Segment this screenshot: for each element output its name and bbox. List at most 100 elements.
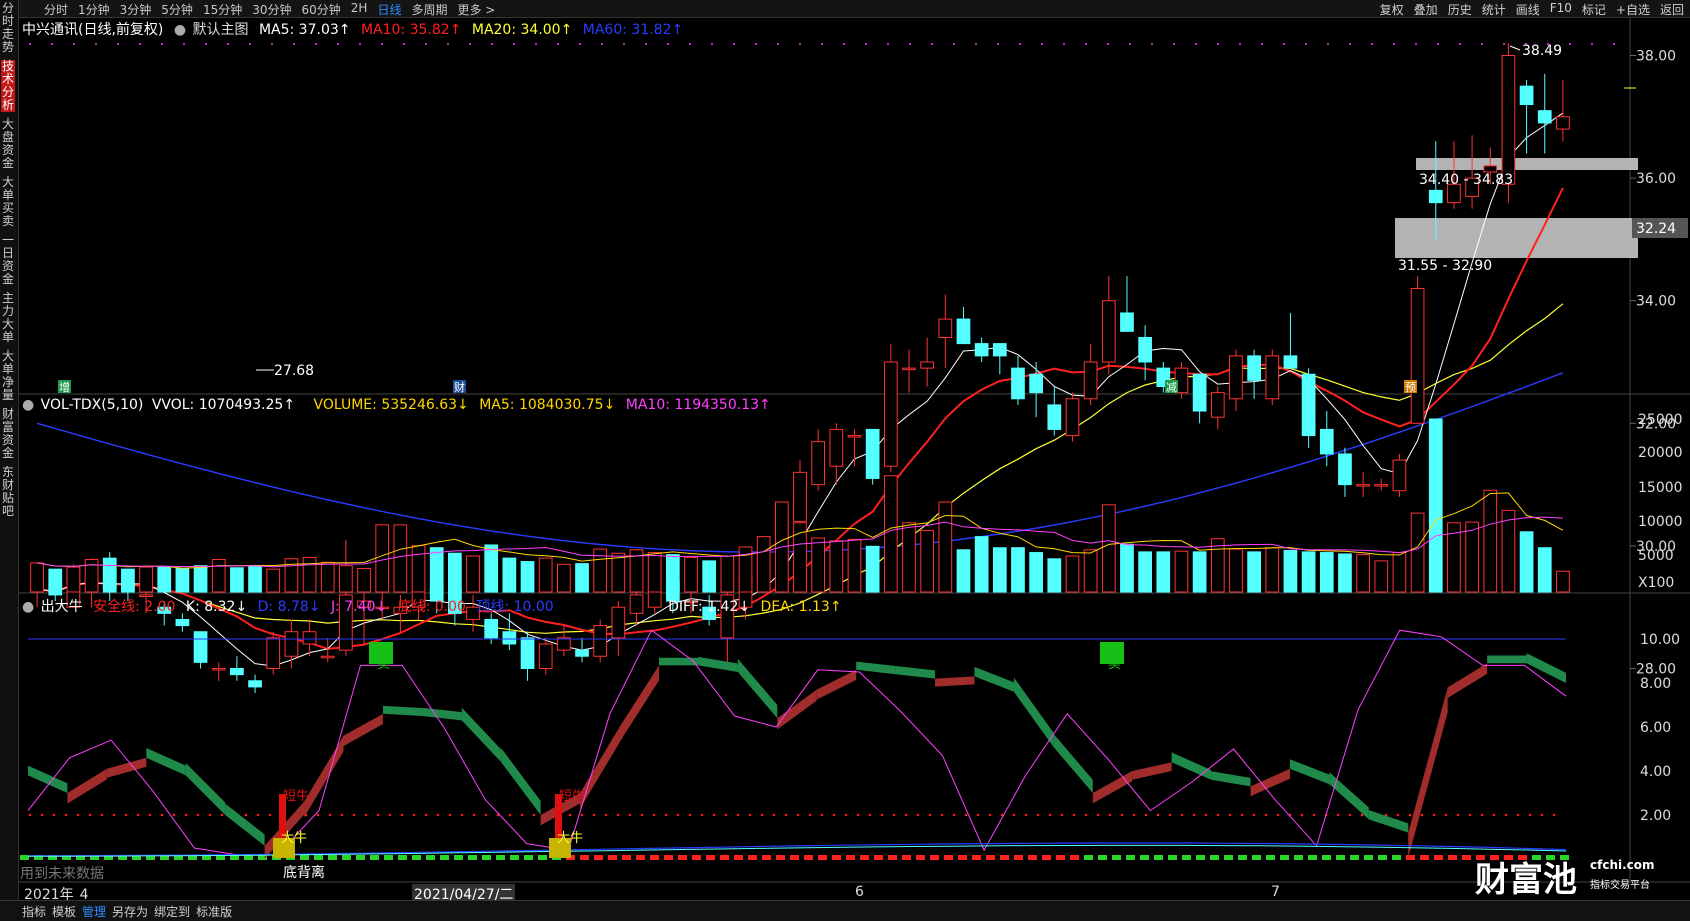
period-tab-5[interactable]: 30分钟 — [252, 1, 291, 18]
period-tab-3[interactable]: 5分钟 — [161, 1, 193, 18]
candle-body — [1374, 484, 1389, 487]
signal-2-big-label: 大牛 — [557, 831, 583, 846]
volume-bar — [211, 558, 226, 593]
toolbar-action-7[interactable]: +自选 — [1616, 1, 1650, 18]
indicator-tick-label: 10.00 — [1640, 632, 1680, 648]
top-dot — [1129, 43, 1131, 45]
volume-bar — [1283, 549, 1298, 593]
top-dot — [535, 43, 537, 45]
template-dot-icon[interactable]: ● — [174, 22, 186, 38]
sidebar-item-0[interactable]: 分时走势 — [1, 2, 15, 54]
vol-dot-icon[interactable]: ● — [22, 397, 34, 413]
event-marker-text: 预 — [1405, 381, 1416, 394]
toolbar-action-1[interactable]: 叠加 — [1414, 1, 1438, 18]
volume-bar — [230, 567, 244, 593]
sidebar-item-3[interactable]: 大单买卖 — [1, 176, 15, 228]
base-dash — [1028, 855, 1037, 860]
period-tab-9[interactable]: 多周期 — [411, 1, 447, 18]
period-toolbar: 分时 1分钟 3分钟 5分钟 15分钟 30分钟 60分钟 2H 日线 多周期 更多 > 复权 叠加历… — [0, 0, 1690, 18]
candle — [865, 428, 880, 485]
base-dash — [1420, 855, 1429, 860]
period-tab-2[interactable]: 3分钟 — [120, 1, 152, 18]
volume-tick-label: 5000 — [1638, 548, 1674, 564]
volume-bar — [1501, 509, 1516, 593]
volume-bar — [1338, 553, 1352, 593]
toolbar-action-3[interactable]: 统计 — [1482, 1, 1506, 18]
ma5-value: MA5: 37.03↑ — [258, 22, 351, 38]
stock-title[interactable]: 中兴通讯(日线,前复权) — [22, 22, 163, 38]
future-data-note: 用到未来数据 — [20, 866, 104, 882]
period-tab-10[interactable]: 更多 > — [457, 1, 495, 18]
safe-line-dot — [724, 813, 728, 817]
volume-tick-label: 20000 — [1638, 445, 1683, 461]
top-dot — [755, 43, 757, 45]
volume-bar — [102, 567, 117, 593]
ind-dot-icon[interactable]: ● — [22, 599, 34, 615]
toolbar-action-5[interactable]: F10 — [1550, 1, 1572, 18]
sidebar-item-8[interactable]: 东财贴吧 — [1, 466, 15, 518]
base-dash — [804, 855, 813, 860]
toolbar-action-4[interactable]: 画线 — [1516, 1, 1540, 18]
bottom-tab-2[interactable]: 管理 — [82, 903, 106, 920]
volume-bar — [1465, 521, 1479, 593]
safe-line-dot — [880, 813, 884, 817]
sidebar-item-5[interactable]: 主力大单 — [1, 292, 15, 344]
template-name[interactable]: 默认主图 — [193, 22, 249, 38]
bottom-tab-3[interactable]: 另存为 — [112, 903, 148, 920]
period-tab-1[interactable]: 1分钟 — [78, 1, 110, 18]
toolbar-action-8[interactable]: 返回 — [1660, 1, 1684, 18]
volume-bar — [393, 524, 408, 593]
candle-body — [1428, 189, 1443, 204]
volume-bar — [557, 563, 571, 593]
toolbar-action-6[interactable]: 标记 — [1582, 1, 1606, 18]
safe-line-dot — [1480, 813, 1484, 817]
base-dash — [538, 855, 547, 860]
volume-bar — [974, 536, 989, 593]
bottom-tab-1[interactable]: 模板 — [52, 903, 76, 920]
period-tab-0[interactable]: 分时 — [44, 1, 68, 18]
base-dash — [1364, 855, 1373, 860]
main-chart-canvas[interactable]: 38.49 27.68 34.40 - 34.83 31.55 - 32.90 增 财 减 预… — [0, 0, 1690, 920]
volume-bar — [1265, 547, 1280, 593]
volume-bar — [1537, 547, 1552, 593]
sidebar-item-1[interactable]: 技术分析 — [1, 60, 15, 112]
bottom-tab-5[interactable]: 标准版 — [196, 903, 232, 920]
period-tab-8[interactable]: 日线 — [377, 1, 401, 18]
base-dash — [314, 855, 323, 860]
toolbar-action-0[interactable]: 复权 — [1380, 1, 1404, 18]
toolbar-action-2[interactable]: 历史 — [1448, 1, 1472, 18]
base-dash — [1210, 855, 1219, 860]
safe-line-dot — [1552, 813, 1556, 817]
sidebar-item-4[interactable]: 一日资金 — [1, 234, 15, 286]
period-tab-7[interactable]: 2H — [351, 1, 368, 18]
safe-line-dot — [712, 813, 716, 817]
safe-line-dot — [256, 813, 260, 817]
volume-bar — [302, 556, 317, 593]
sidebar-item-6[interactable]: 大单净量 — [1, 350, 15, 402]
top-dot — [95, 43, 97, 45]
sidebar-item-2[interactable]: 大盘资金 — [1, 118, 15, 170]
safe-line-dot — [136, 813, 140, 817]
sidebar-item-7[interactable]: 财富资金 — [1, 408, 15, 460]
safe-line-dot — [1348, 813, 1352, 817]
price-tick-label: 38.00 — [1636, 49, 1676, 65]
top-dot — [1481, 43, 1483, 45]
ind-name[interactable]: 出大牛 — [41, 599, 83, 615]
top-dot — [1393, 43, 1395, 45]
candle-body — [1410, 287, 1425, 424]
safe-line-dot — [376, 813, 380, 817]
safe-line-dot — [844, 813, 848, 817]
candle-body — [920, 361, 935, 369]
top-dot — [1195, 43, 1197, 45]
safe-line-dot — [1240, 813, 1244, 817]
vol-indicator-name[interactable]: VOL-TDX(5,10) — [41, 397, 144, 413]
safe-line-dot — [1252, 813, 1256, 817]
volume-tick-label: 15000 — [1638, 480, 1683, 496]
volume-bar — [1229, 548, 1243, 593]
period-tab-6[interactable]: 60分钟 — [302, 1, 341, 18]
bottom-tab-0[interactable]: 指标 — [22, 903, 46, 920]
bottom-tab-4[interactable]: 绑定到 — [154, 903, 190, 920]
period-tab-4[interactable]: 15分钟 — [203, 1, 242, 18]
safe-line-dot — [40, 813, 44, 817]
base-dash — [1182, 855, 1191, 860]
